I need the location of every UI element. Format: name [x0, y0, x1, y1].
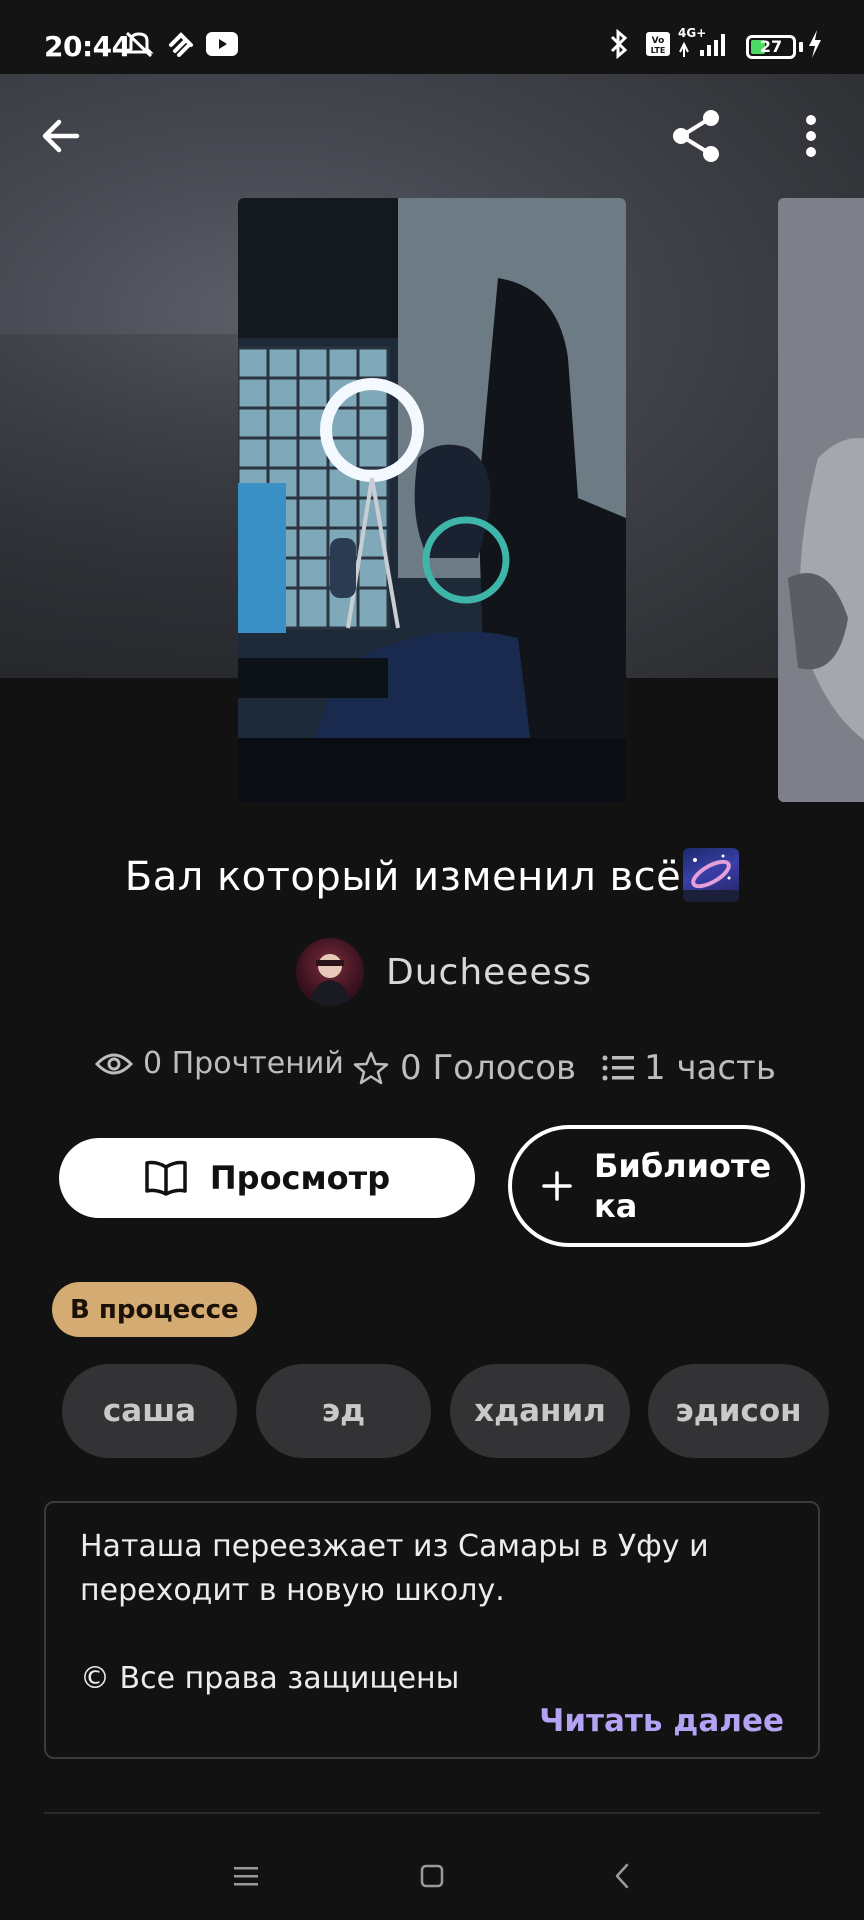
votes-stat: 0 Голосов	[352, 1048, 576, 1088]
battery-level: 27	[759, 37, 783, 56]
status-bar: 20:44 Vo LTE 4G+ 27	[0, 0, 864, 74]
story-description: Наташа переезжает из Самары в Уфу и пере…	[44, 1501, 820, 1759]
avatar	[296, 938, 364, 1006]
charging-icon	[806, 30, 824, 58]
eye-icon	[95, 1053, 133, 1074]
share-button[interactable]	[665, 104, 729, 168]
arrow-left-icon	[42, 119, 80, 153]
mute-icon	[122, 30, 156, 58]
read-more-link[interactable]: Читать далее	[539, 1703, 784, 1739]
reads-stat: 0 Прочтений	[95, 1046, 344, 1081]
story-title: Бал который изменил всё	[0, 848, 864, 902]
back-button[interactable]	[29, 104, 93, 168]
home-button[interactable]	[410, 1854, 454, 1898]
reads-count: 0 Прочтений	[143, 1046, 344, 1081]
story-title-text: Бал который изменил всё	[124, 854, 682, 900]
view-button-label: Просмотр	[209, 1159, 391, 1197]
tag-chip[interactable]: эдисон	[648, 1364, 829, 1458]
system-nav-bar	[0, 1826, 864, 1920]
signal-icon: 4G+	[678, 26, 734, 58]
svg-text:LTE: LTE	[651, 46, 666, 55]
next-story-cover[interactable]	[778, 198, 864, 802]
story-stats: 0 Прочтений 0 Голосов 1 часть	[0, 1044, 864, 1094]
battery-icon: 27	[746, 35, 796, 59]
heart-icon	[166, 30, 196, 58]
copyright-notice: © Все права защищены	[80, 1661, 460, 1696]
add-to-library-button[interactable]: Библиотека	[508, 1125, 805, 1247]
status-badge: В процессе	[52, 1282, 257, 1337]
menu-icon	[234, 1867, 258, 1886]
volte-icon: Vo LTE	[644, 30, 672, 58]
story-cover-image[interactable]	[238, 198, 626, 802]
library-button-label: Библиотека	[594, 1147, 772, 1225]
share-icon	[673, 110, 719, 162]
view-button[interactable]: Просмотр	[59, 1138, 475, 1218]
more-options-button[interactable]	[779, 104, 843, 168]
section-divider	[44, 1812, 820, 1814]
tag-chip[interactable]: эд	[256, 1364, 431, 1458]
parts-stat: 1 часть	[602, 1048, 776, 1088]
chevron-left-icon	[615, 1863, 629, 1889]
author-link[interactable]: Ducheeess	[296, 938, 592, 1006]
recent-apps-button[interactable]	[224, 1854, 268, 1898]
tag-chip[interactable]: хданил	[450, 1364, 630, 1458]
description-text: Наташа переезжает из Самары в Уфу и пере…	[80, 1529, 709, 1608]
square-home-icon	[420, 1864, 444, 1888]
galaxy-emoji-icon	[683, 848, 740, 902]
youtube-icon	[206, 30, 238, 58]
tag-chip[interactable]: саша	[62, 1364, 237, 1458]
star-icon	[353, 1051, 389, 1085]
plus-icon	[542, 1171, 572, 1201]
votes-count: 0 Голосов	[400, 1048, 577, 1088]
more-vertical-icon	[806, 115, 816, 157]
author-name: Ducheeess	[386, 951, 593, 993]
tags-row: саша эд хданил эдисон	[0, 1364, 864, 1458]
list-icon	[602, 1055, 634, 1081]
network-label: 4G+	[678, 26, 707, 40]
status-time: 20:44	[44, 30, 131, 63]
svg-text:Vo: Vo	[652, 36, 665, 46]
parts-count: 1 часть	[644, 1048, 776, 1088]
system-back-button[interactable]	[600, 1854, 644, 1898]
book-open-icon	[145, 1160, 187, 1196]
bluetooth-icon	[606, 29, 632, 59]
